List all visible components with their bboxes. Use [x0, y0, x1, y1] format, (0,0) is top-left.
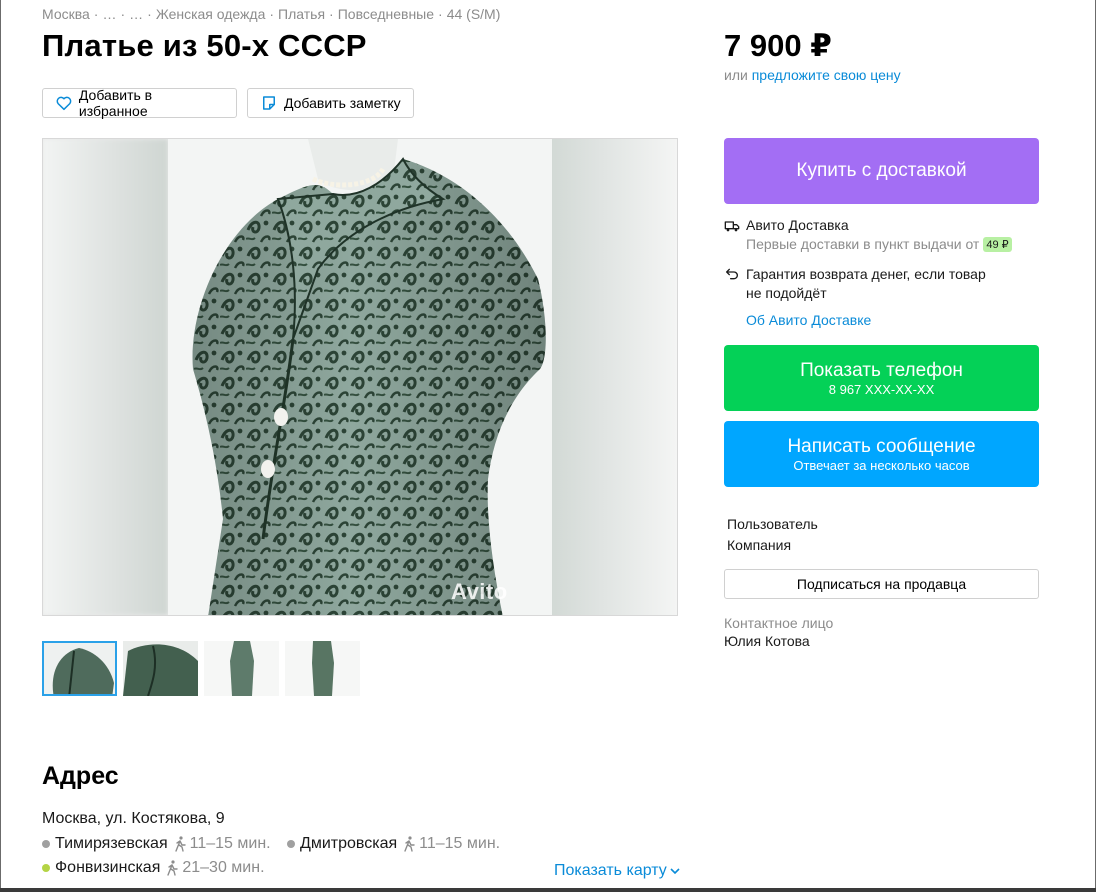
- avito-watermark: Avito: [451, 579, 508, 604]
- photo-blur-left: [43, 139, 168, 615]
- money-back-guarantee: Гарантия возврата денег, если товар не п…: [724, 265, 986, 303]
- address-heading: Адрес: [42, 762, 119, 790]
- walking-person-icon: [174, 836, 186, 852]
- guarantee-line-2: не подойдёт: [746, 285, 827, 301]
- metro-line-dot: [42, 840, 50, 848]
- listing-title: Платье из 50-х СССР: [42, 28, 367, 63]
- breadcrumb-item[interactable]: 44 (S/M): [447, 6, 501, 22]
- add-note-label: Добавить заметку: [284, 95, 401, 111]
- metro-line-dot: [287, 840, 295, 848]
- add-note-button[interactable]: Добавить заметку: [247, 88, 414, 118]
- photo-thumbnails: [42, 641, 360, 696]
- chevron-down-icon: [670, 868, 680, 875]
- return-arrow-icon: [726, 268, 738, 280]
- offer-price-link[interactable]: предложите свою цену: [752, 67, 901, 83]
- show-phone-label: Показать телефон: [800, 359, 963, 381]
- metro-station: Тимирязевская 11–15 мин.: [42, 835, 271, 853]
- window-bottom-edge: [0, 888, 1096, 892]
- metro-name: Дмитровская: [300, 835, 398, 852]
- buy-with-delivery-button[interactable]: Купить с доставкой: [724, 138, 1039, 204]
- street-address: Москва, ул. Костякова, 9: [42, 810, 225, 827]
- breadcrumb-item[interactable]: …: [102, 6, 116, 22]
- dress-photo: [168, 139, 552, 615]
- metro-name: Тимирязевская: [55, 835, 168, 852]
- walk-time: 21–30 мин.: [182, 859, 265, 876]
- about-delivery-link[interactable]: Об Авито Доставке: [746, 312, 871, 328]
- breadcrumb-item[interactable]: …: [129, 6, 143, 22]
- seller-line-2: Компания: [727, 537, 792, 553]
- walk-time: 11–15 мин.: [419, 835, 501, 852]
- send-message-button[interactable]: Написать сообщение Отвечает за несколько…: [724, 421, 1039, 487]
- breadcrumb-item[interactable]: Повседневные: [338, 6, 434, 22]
- offer-price-line: или предложите свою цену: [724, 67, 901, 83]
- heart-icon: [56, 96, 72, 111]
- offer-prefix: или: [724, 67, 748, 83]
- walking-person-icon: [404, 836, 415, 852]
- seller-line-1[interactable]: Пользователь: [727, 514, 818, 535]
- delivery-title: Авито Доставка: [746, 217, 849, 233]
- avito-delivery-info: Авито Доставка Первые доставки в пункт в…: [724, 217, 1012, 252]
- breadcrumb-item[interactable]: Платья: [278, 6, 325, 22]
- seller-info: Пользователь Компания: [727, 514, 818, 556]
- contact-person-label: Контактное лицо: [724, 615, 834, 631]
- add-to-favorites-label: Добавить в избранное: [78, 87, 153, 119]
- metro-line-dot: [42, 864, 50, 872]
- subscribe-seller-button[interactable]: Подписаться на продавца: [724, 569, 1039, 599]
- thumbnail[interactable]: [123, 641, 198, 696]
- send-message-label: Написать сообщение: [787, 435, 976, 457]
- thumbnail[interactable]: [285, 641, 360, 696]
- show-phone-button[interactable]: Показать телефон 8 967 XXX-XX-XX: [724, 345, 1039, 411]
- phone-number-masked: 8 967 XXX-XX-XX: [828, 381, 935, 397]
- walking-person-icon: [167, 860, 179, 876]
- metro-station: Дмитровская 11–15 мин.: [287, 835, 500, 853]
- breadcrumb: Москва · … · … · Женская одежда · Платья · По…: [42, 6, 501, 22]
- breadcrumb-item[interactable]: Женская одежда: [156, 6, 266, 22]
- add-to-favorites-button[interactable]: Добавить в избранное: [42, 87, 237, 119]
- show-map-link[interactable]: Показать карту: [554, 862, 680, 880]
- walk-time: 11–15 мин.: [189, 835, 271, 852]
- note-icon: [263, 96, 275, 110]
- response-time-note: Отвечает за несколько часов: [793, 457, 970, 473]
- photo-blur-right: [551, 139, 677, 615]
- truck-icon: [724, 221, 740, 232]
- contact-person-name: Юлия Котова: [724, 633, 810, 649]
- delivery-price-badge: 49 ₽: [983, 236, 1012, 252]
- delivery-subtitle: Первые доставки в пункт выдачи от: [746, 236, 980, 252]
- metro-name: Фонвизинская: [55, 859, 161, 876]
- show-map-label: Показать карту: [554, 862, 667, 879]
- listing-price: 7 900 ₽: [724, 28, 832, 63]
- thumbnail[interactable]: [42, 641, 117, 696]
- main-photo[interactable]: Avito: [42, 138, 678, 616]
- breadcrumb-item[interactable]: Москва: [42, 6, 90, 22]
- thumbnail[interactable]: [204, 641, 279, 696]
- guarantee-line-1: Гарантия возврата денег, если товар: [746, 266, 986, 282]
- metro-station: Фонвизинская 21–30 мин.: [42, 859, 265, 877]
